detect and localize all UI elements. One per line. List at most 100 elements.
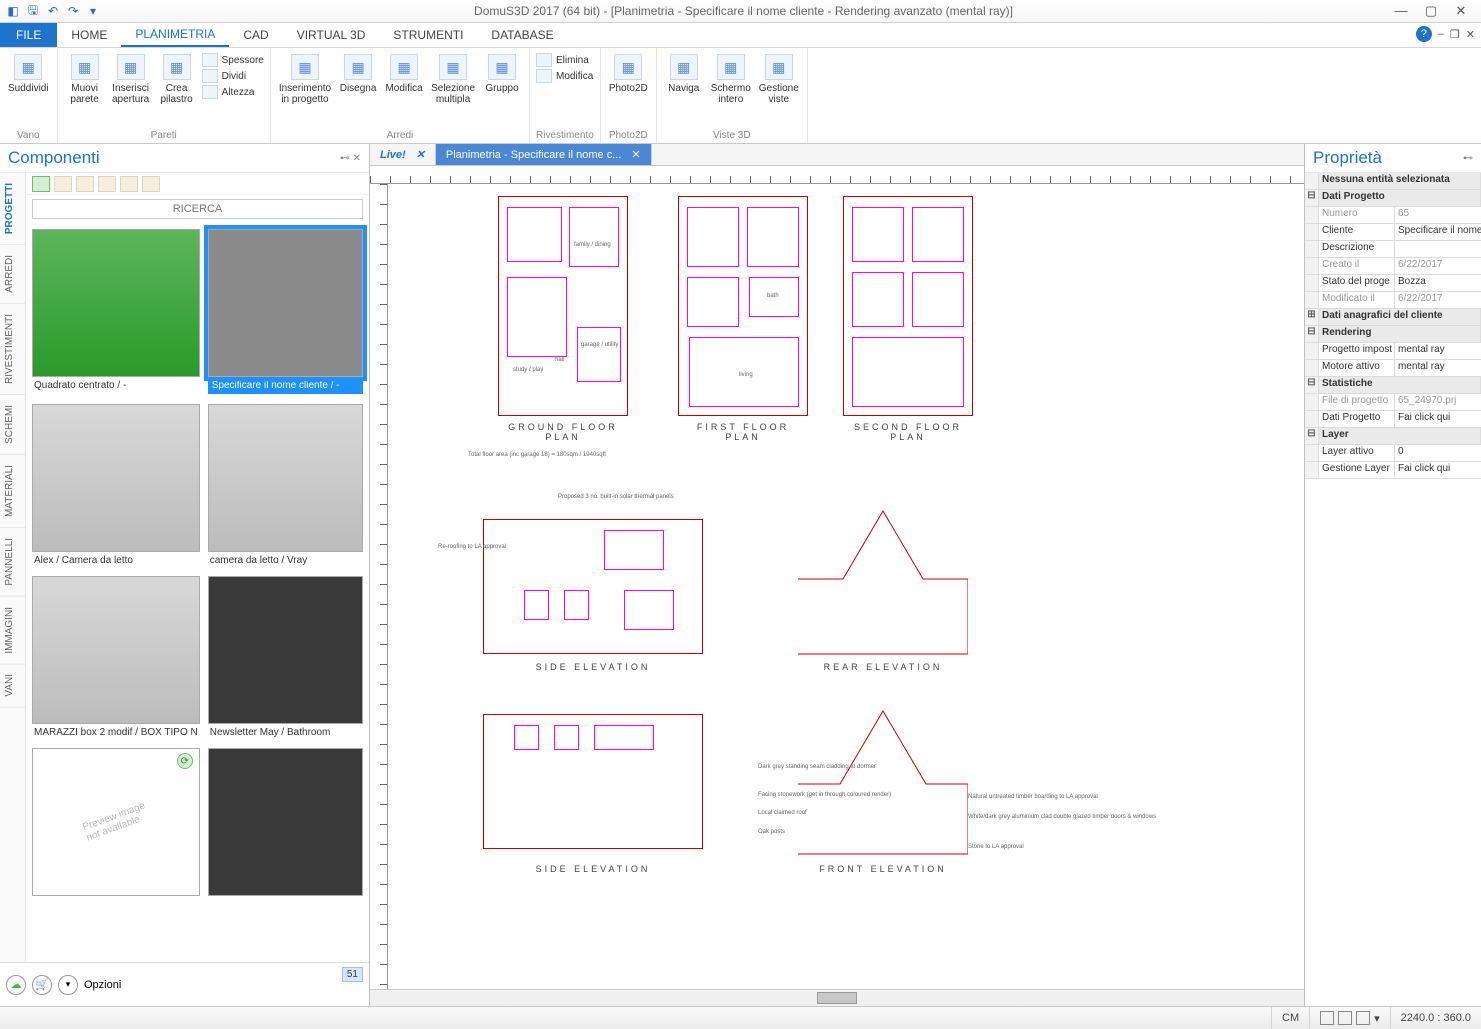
ribbon-gruppo[interactable]: ▦Gruppo	[481, 51, 523, 97]
menu-tab-cad[interactable]: CAD	[229, 23, 282, 47]
vtab-pannelli[interactable]: PANNELLI	[0, 528, 25, 597]
minimize-button[interactable]: —	[1391, 3, 1411, 19]
file-tab[interactable]: FILE	[0, 23, 57, 47]
cart-icon[interactable]: 🛒	[32, 975, 52, 995]
tab-planimetria[interactable]: Planimetria - Specificare il nome c...✕	[436, 144, 652, 165]
help-icon[interactable]: ?	[1416, 26, 1432, 42]
ribbon-altezza[interactable]: Altezza	[202, 85, 264, 99]
project-thumb[interactable]: MARAZZI box 2 modif / BOX TIPO N	[32, 576, 200, 738]
prop-group[interactable]: ⊟Dati Progetto	[1305, 190, 1481, 207]
vtab-arredi[interactable]: ARREDI	[0, 245, 25, 304]
componenti-search-input[interactable]	[32, 199, 363, 219]
qat-dropdown-icon[interactable]: ▾	[84, 2, 102, 20]
project-thumb[interactable]: Quadrato centrato / -	[32, 229, 200, 394]
qat-undo-icon[interactable]: ↶	[44, 2, 62, 20]
ribbon-inserimento[interactable]: ▦Inserimento in progetto	[277, 51, 333, 108]
ribbon-inserisci[interactable]: ▦Inserisci apertura	[110, 51, 152, 108]
ribbon-modifica[interactable]: ▦Modifica	[383, 51, 425, 97]
prop-value[interactable]: mental ray	[1395, 360, 1481, 376]
opzioni-label[interactable]: Opzioni	[84, 979, 121, 991]
status-dropdown-icon[interactable]: ▾	[1374, 1012, 1380, 1025]
prop-value[interactable]: Fai click qui	[1395, 462, 1481, 478]
ribbon-elimina[interactable]: Elimina	[536, 53, 593, 67]
close-button[interactable]: ✕	[1451, 3, 1471, 19]
ribbon-photo2d[interactable]: ▦Photo2D	[607, 51, 650, 97]
vtab-immagini[interactable]: IMMAGINI	[0, 597, 25, 665]
tab-live[interactable]: Live!✕	[370, 144, 436, 165]
project-thumb[interactable]: camera da letto / Vray	[208, 404, 363, 566]
status-icon-3[interactable]	[1356, 1011, 1370, 1025]
prop-row[interactable]: Descrizione	[1305, 241, 1481, 258]
refresh-icon[interactable]: ⟳	[177, 753, 193, 769]
prop-row[interactable]: Layer attivo0	[1305, 445, 1481, 462]
vtab-progetti[interactable]: PROGETTI	[0, 173, 25, 245]
ribbon-dividi[interactable]: Dividi	[202, 69, 264, 83]
prop-row[interactable]: Gestione LayerFai click qui	[1305, 462, 1481, 479]
project-thumb[interactable]: Specificare il nome cliente / -	[208, 229, 363, 394]
ribbon-spessore[interactable]: Spessore	[202, 53, 264, 67]
prop-group[interactable]: ⊟Rendering	[1305, 326, 1481, 343]
panel-pin-icon[interactable]: ⊷	[1463, 153, 1473, 164]
close-icon[interactable]: ✕	[631, 148, 640, 161]
prop-row[interactable]: Dati ProgettoFai click qui	[1305, 411, 1481, 428]
vtab-schemi[interactable]: SCHEMI	[0, 395, 25, 455]
vtab-rivestimenti[interactable]: RIVESTIMENTI	[0, 304, 25, 395]
prop-group[interactable]: ⊟Statistiche	[1305, 377, 1481, 394]
disegna-icon: ▦	[344, 54, 372, 80]
expand-icon[interactable]: ▾	[58, 975, 78, 995]
horizontal-scrollbar[interactable]	[370, 989, 1304, 1006]
mdi-restore-icon[interactable]: ❐	[1450, 28, 1460, 41]
vtab-materiali[interactable]: MATERIALI	[0, 455, 25, 528]
mdi-close-icon[interactable]: ✕	[1466, 28, 1475, 41]
project-thumb[interactable]	[208, 748, 363, 899]
prop-value[interactable]: Specificare il nome	[1395, 224, 1481, 240]
ribbon-selezione[interactable]: ▦Selezione multipla	[429, 51, 477, 108]
status-icon-1[interactable]	[1320, 1011, 1334, 1025]
prop-row[interactable]: Stato del progeBozza	[1305, 275, 1481, 292]
ribbon-naviga[interactable]: ▦Naviga	[663, 51, 705, 97]
ribbon-disegna[interactable]: ▦Disegna	[337, 51, 379, 97]
comp-tool-refresh-icon[interactable]	[32, 176, 50, 192]
prop-value[interactable]: mental ray	[1395, 343, 1481, 359]
prop-value[interactable]: Fai click qui	[1395, 411, 1481, 427]
prop-row[interactable]: ClienteSpecificare il nome	[1305, 224, 1481, 241]
project-thumb[interactable]: Newsletter May / Bathroom	[208, 576, 363, 738]
menu-tab-virtual 3d[interactable]: VIRTUAL 3D	[283, 23, 380, 47]
cloud-icon[interactable]: ☁	[6, 975, 26, 995]
drawing-canvas[interactable]: family / dining garage / utility hall st…	[388, 184, 1304, 989]
prop-row[interactable]: Motore attivomental ray	[1305, 360, 1481, 377]
maximize-button[interactable]: ▢	[1421, 3, 1441, 19]
ribbon-crea[interactable]: ▦Crea pilastro	[156, 51, 198, 108]
ribbon-suddividi[interactable]: ▦Suddividi	[6, 51, 51, 97]
menu-tab-database[interactable]: DATABASE	[477, 23, 567, 47]
prop-group[interactable]: ⊟Layer	[1305, 428, 1481, 445]
panel-pin-icon[interactable]: ⊷ ✕	[340, 153, 361, 164]
qat-redo-icon[interactable]: ↷	[64, 2, 82, 20]
comp-tool-4-icon[interactable]	[120, 176, 138, 192]
menu-tab-planimetria[interactable]: PLANIMETRIA	[121, 23, 229, 47]
project-thumb[interactable]: Preview imagenot available⟳	[32, 748, 200, 899]
comp-tool-5-icon[interactable]	[142, 176, 160, 192]
prop-row[interactable]: Progetto impostmental ray	[1305, 343, 1481, 360]
prop-value[interactable]: 0	[1395, 445, 1481, 461]
mdi-minimize-icon[interactable]: –	[1438, 28, 1444, 40]
ribbon-schermo[interactable]: ▦Schermo intero	[709, 51, 753, 108]
status-unit[interactable]: CM	[1271, 1007, 1309, 1029]
menu-tab-strumenti[interactable]: STRUMENTI	[379, 23, 477, 47]
status-icon-2[interactable]	[1338, 1011, 1352, 1025]
ribbon-gestione[interactable]: ▦Gestione viste	[757, 51, 801, 108]
prop-value[interactable]	[1395, 241, 1481, 257]
close-icon[interactable]: ✕	[416, 148, 425, 161]
comp-tool-3-icon[interactable]	[98, 176, 116, 192]
project-thumb[interactable]: Alex / Camera da letto	[32, 404, 200, 566]
qat-save-icon[interactable]: 🖫	[24, 2, 42, 20]
comp-tool-1-icon[interactable]	[54, 176, 72, 192]
ribbon-muovi[interactable]: ▦Muovi parete	[64, 51, 106, 108]
menu-tab-home[interactable]: HOME	[57, 23, 121, 47]
vtab-vani[interactable]: VANI	[0, 664, 25, 708]
comp-tool-2-icon[interactable]	[76, 176, 94, 192]
prop-value[interactable]: Bozza	[1395, 275, 1481, 291]
ribbon-modifica[interactable]: Modifica	[536, 69, 593, 83]
prop-group[interactable]: ⊞Dati anagrafici del cliente	[1305, 309, 1481, 326]
proprieta-title: Proprietà	[1313, 148, 1382, 168]
